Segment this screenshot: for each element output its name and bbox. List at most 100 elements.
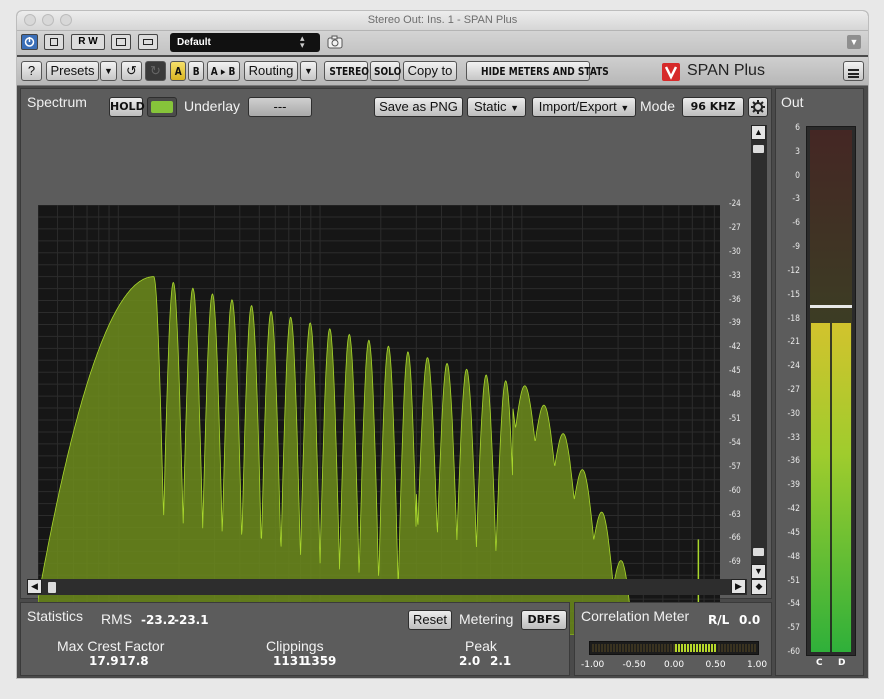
spectrum-panel: Spectrum HOLD Underlay --- Save as PNG S… (20, 88, 772, 654)
preset-stepper-icon[interactable]: ▴ ▾ (300, 34, 305, 50)
meter-tick-label: 0 (795, 170, 800, 181)
rms-right-value: -23.1 (174, 613, 209, 627)
scroll-up-button[interactable]: ▲ (751, 125, 766, 140)
spectrum-tab[interactable]: Spectrum (27, 94, 87, 110)
underlay-label: Underlay (184, 98, 241, 114)
meter-tick-label: -33 (787, 432, 800, 443)
crest-left-value: 17.9 (89, 654, 119, 668)
y-tick-label: -42 (729, 342, 741, 353)
out-tab[interactable]: Out (781, 94, 804, 110)
correlation-tick-label: -0.50 (622, 660, 646, 670)
meter-tick-label: -24 (787, 361, 800, 372)
meter-tick-label: -21 (787, 337, 800, 348)
reset-button[interactable]: Reset (408, 610, 452, 630)
static-dropdown[interactable]: Static ▼ (467, 97, 526, 117)
y-tick-label: -69 (729, 557, 741, 568)
peak-left-value: 2.0 (459, 654, 481, 668)
undo-icon: ↺ (126, 63, 137, 78)
correlation-panel: Correlation Meter R/L 0.0 -1.00 -0.50 0.00… (574, 602, 772, 676)
meter-tick-label: -57 (787, 623, 800, 634)
host-collapse-button[interactable]: ▼ (847, 35, 861, 49)
hold-button[interactable]: HOLD (109, 97, 145, 117)
presets-button[interactable]: Presets (46, 61, 99, 81)
statistics-panel: Statistics RMS -23.2 -23.1 Reset Meterin… (20, 602, 570, 676)
statistics-tab[interactable]: Statistics (27, 608, 83, 624)
static-dropdown-label: Static (473, 99, 507, 114)
presets-dropdown-button[interactable]: ▼ (100, 61, 117, 81)
vertical-scroll-thumb-bottom[interactable] (753, 548, 764, 556)
rms-label: RMS (101, 611, 133, 627)
stereo-button[interactable]: STEREO (329, 63, 369, 81)
y-tick-label: -27 (729, 222, 741, 233)
spectrum-plot[interactable] (37, 204, 721, 652)
power-button[interactable] (21, 34, 38, 50)
y-tick-label: -51 (729, 414, 741, 424)
save-png-button[interactable]: Save as PNG (374, 97, 463, 117)
color-swatch-button[interactable] (147, 97, 177, 117)
bypass-button[interactable] (44, 34, 64, 50)
hide-meters-button[interactable]: HIDE METERS AND STATS (481, 63, 609, 81)
preset-a-button[interactable]: A (175, 63, 182, 81)
read-write-button[interactable]: R W (71, 34, 105, 50)
output-level-meter (806, 126, 856, 656)
copy-a-to-b-button[interactable]: A ▸ B (211, 63, 236, 81)
hamburger-icon (848, 69, 859, 78)
compare-button[interactable] (111, 34, 131, 50)
title-bar: Stereo Out: Ins. 1 - SPAN Plus (17, 11, 868, 31)
y-tick-label: -24 (729, 199, 741, 209)
meter-tick-label: -15 (787, 289, 800, 300)
metering-select[interactable]: DBFS (521, 610, 567, 630)
correlation-rl-label: R/L (708, 613, 730, 627)
y-tick-label: -60 (729, 485, 741, 496)
mode-select[interactable]: 96 KHZ (682, 97, 744, 117)
solo-button[interactable]: SOLO (374, 63, 401, 81)
camera-icon[interactable] (327, 35, 343, 49)
compare-icon (116, 38, 126, 46)
meter-tick-label: 6 (795, 123, 800, 133)
scroll-down-button[interactable]: ▼ (751, 564, 766, 579)
vertical-scrollbar[interactable]: ▲ ▼ (751, 125, 767, 585)
zoom-reset-button[interactable]: ◆ (751, 579, 767, 595)
caret-down-icon: ▼ (510, 103, 520, 113)
vertical-scroll-thumb[interactable] (753, 145, 764, 153)
meter-tick-label: -30 (787, 408, 800, 419)
help-button[interactable]: ? (21, 61, 42, 81)
meter-bar-left (811, 322, 830, 652)
scroll-right-button[interactable]: ▶ (731, 579, 746, 594)
redo-button[interactable]: ↻ (145, 61, 166, 81)
product-name: SPAN Plus (687, 62, 765, 79)
routing-dropdown-button[interactable]: ▼ (300, 61, 317, 81)
y-tick-label: -45 (729, 366, 741, 377)
import-export-label: Import/Export (538, 99, 617, 114)
meter-tick-label: -39 (787, 480, 800, 491)
y-tick-label: -54 (729, 437, 741, 448)
preset-name-field[interactable]: Default (170, 33, 320, 52)
crest-factor-label: Max Crest Factor (57, 638, 165, 654)
underlay-select[interactable]: --- (248, 97, 312, 117)
main-menu-button[interactable] (843, 61, 864, 81)
gear-icon (751, 100, 765, 114)
correlation-tick-label: 0.50 (705, 660, 726, 670)
correlation-value: 0.0 (739, 613, 761, 627)
redo-icon: ↻ (150, 63, 161, 78)
preset-b-button[interactable]: B (193, 63, 200, 81)
copy-to-button[interactable]: Copy to (403, 61, 457, 81)
meter-tick-label: -42 (787, 504, 800, 515)
horizontal-scrollbar[interactable]: ◀ ▶ (27, 579, 747, 595)
menu-icon (143, 39, 153, 45)
meter-tick-label: -9 (792, 242, 800, 253)
settings-button[interactable] (748, 97, 768, 117)
metering-label: Metering (459, 611, 514, 627)
undo-button[interactable]: ↺ (121, 61, 142, 81)
horizontal-scroll-thumb[interactable] (48, 582, 56, 593)
clippings-right-value: 1359 (303, 654, 337, 668)
meter-tick-label: -18 (787, 313, 800, 324)
routing-button[interactable]: Routing (244, 61, 298, 81)
meter-tick-label: -45 (787, 527, 800, 538)
import-export-dropdown[interactable]: Import/Export ▼ (532, 97, 636, 117)
window-menu-button[interactable] (138, 34, 158, 50)
scroll-left-button[interactable]: ◀ (27, 579, 42, 594)
correlation-tab[interactable]: Correlation Meter (581, 608, 689, 624)
y-tick-label: -36 (729, 294, 741, 305)
meter-tick-label: 3 (795, 146, 800, 157)
